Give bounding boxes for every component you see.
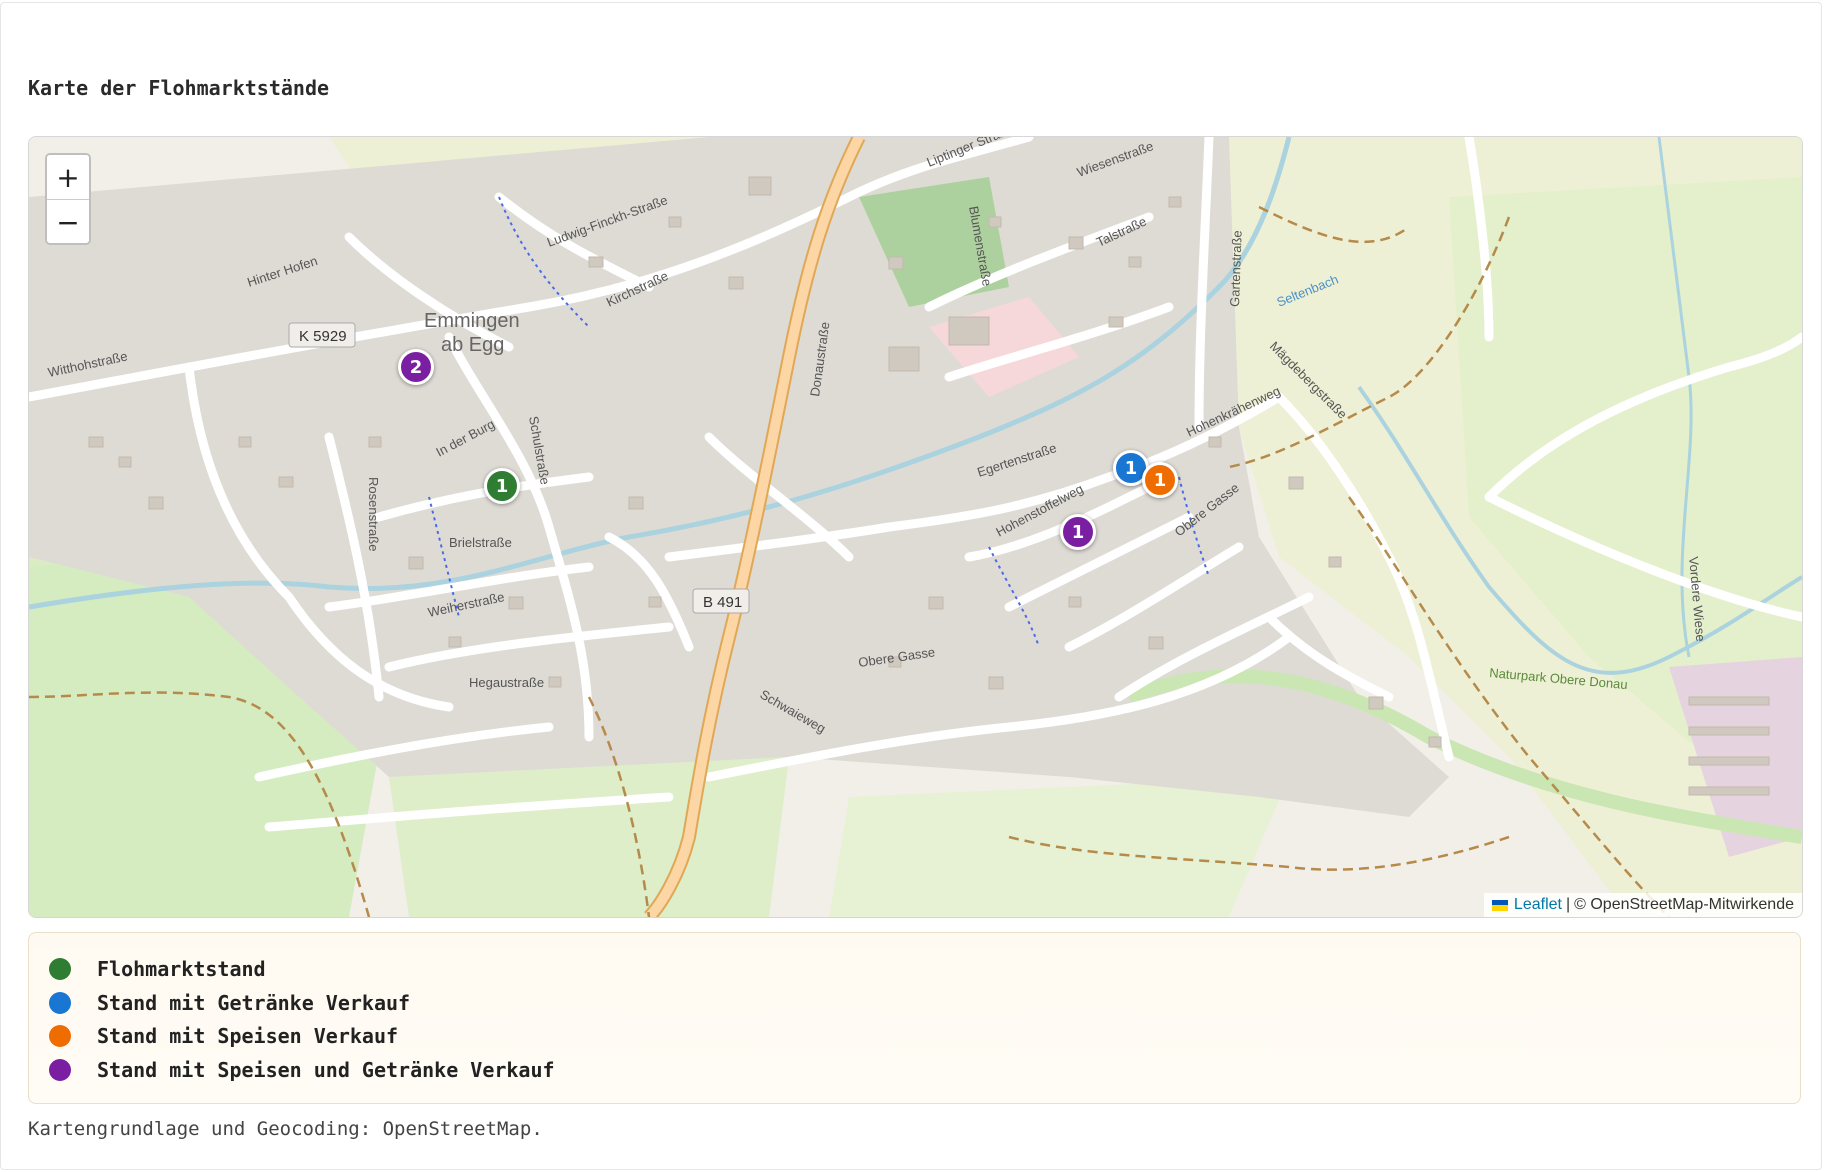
zoom-out-button[interactable]: − xyxy=(47,199,89,243)
legend-item: Stand mit Speisen und Getränke Verkauf xyxy=(49,1053,555,1087)
svg-text:K 5929: K 5929 xyxy=(299,328,347,345)
town-label-line1: Emmingen xyxy=(424,310,520,332)
legend-item: Stand mit Speisen Verkauf xyxy=(49,1019,398,1053)
street-label: Hegaustraße xyxy=(469,675,544,690)
map-marker[interactable]: 2 xyxy=(398,349,434,385)
road-shield-k5929: K 5929 xyxy=(288,322,356,348)
legend-dot-orange xyxy=(49,1025,71,1047)
street-label: Brielstraße xyxy=(449,535,512,550)
street-label: Rosenstraße xyxy=(366,477,381,551)
map-source-note: Kartengrundlage und Geocoding: OpenStree… xyxy=(28,1118,543,1140)
legend-label: Stand mit Speisen Verkauf xyxy=(97,1024,399,1048)
map-attribution: Leaflet | © OpenStreetMap-Mitwirkende xyxy=(1483,893,1802,917)
zoom-control: + − xyxy=(45,153,91,245)
legend-label: Flohmarktstand xyxy=(97,957,266,981)
svg-text:B 491: B 491 xyxy=(703,594,742,611)
leaflet-link[interactable]: Leaflet xyxy=(1514,896,1562,914)
street-label: Gartenstraße xyxy=(1227,230,1245,307)
osm-credit: © OpenStreetMap-Mitwirkende xyxy=(1574,896,1794,913)
map-container[interactable]: Emmingen ab Egg K 5929 B 491 Hinter Hofe… xyxy=(28,136,1803,918)
attribution-separator: | xyxy=(1565,896,1571,913)
legend-item: Stand mit Getränke Verkauf xyxy=(49,986,410,1020)
legend-item: Flohmarktstand xyxy=(49,952,266,986)
road-shield-b491: B 491 xyxy=(692,588,750,614)
legend-dot-green xyxy=(49,958,71,980)
map-tiles[interactable]: Emmingen ab Egg K 5929 B 491 Hinter Hofe… xyxy=(29,137,1802,917)
legend-dot-blue xyxy=(49,992,71,1014)
legend-label: Stand mit Speisen und Getränke Verkauf xyxy=(97,1058,555,1082)
ukraine-flag-icon xyxy=(1491,899,1508,911)
page-title: Karte der Flohmarktstände xyxy=(28,76,330,100)
legend-dot-purple xyxy=(49,1059,71,1081)
legend-label: Stand mit Getränke Verkauf xyxy=(97,991,411,1015)
map-marker[interactable]: 1 xyxy=(1060,514,1096,550)
map-legend: Flohmarktstand Stand mit Getränke Verkau… xyxy=(28,932,1801,1104)
town-label-line2: ab Egg xyxy=(441,334,504,356)
zoom-in-button[interactable]: + xyxy=(47,155,89,199)
map-marker[interactable]: 1 xyxy=(1142,462,1178,498)
map-marker[interactable]: 1 xyxy=(484,468,520,504)
